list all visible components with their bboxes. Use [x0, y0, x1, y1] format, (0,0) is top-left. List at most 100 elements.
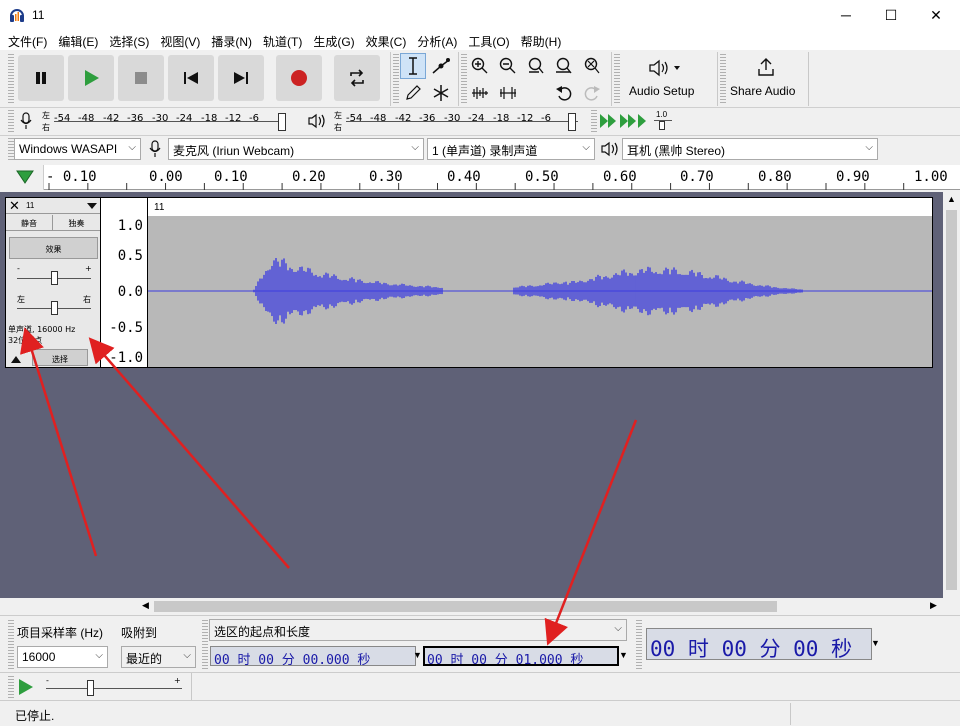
- gain-minus-label: -: [17, 264, 20, 273]
- pan-slider[interactable]: [51, 301, 58, 315]
- project-rate-select[interactable]: 16000 ⌵: [17, 646, 108, 668]
- meter-scale-label: -36: [127, 113, 144, 124]
- stop-icon: [135, 72, 147, 84]
- playback-meter-slider[interactable]: [568, 113, 576, 131]
- vertical-scrollbar[interactable]: ▲: [943, 192, 960, 598]
- menu-view[interactable]: 视图(V): [160, 30, 200, 50]
- menu-effect[interactable]: 效果(C): [366, 30, 407, 50]
- menu-analyze[interactable]: 分析(A): [417, 30, 457, 50]
- menu-file[interactable]: 文件(F): [8, 30, 47, 50]
- audio-position-dropdown-icon[interactable]: ▼: [871, 638, 880, 648]
- fit-project-button[interactable]: [551, 53, 577, 79]
- play-at-speed-icon[interactable]: [598, 112, 648, 130]
- length-time-dropdown-icon[interactable]: ▼: [619, 650, 628, 660]
- playback-speed-slider[interactable]: - +: [44, 676, 186, 698]
- trim-audio-button[interactable]: [467, 80, 493, 106]
- amplitude-scale[interactable]: 1.0 0.5 0.0 -0.5 -1.0: [101, 197, 147, 368]
- scroll-left-icon[interactable]: ◀: [142, 600, 149, 611]
- envelope-tool-button[interactable]: [428, 53, 454, 79]
- audio-setup-button[interactable]: Audio Setup: [620, 53, 712, 103]
- silence-audio-button[interactable]: [495, 80, 521, 106]
- solo-button[interactable]: 独奏: [53, 215, 100, 231]
- selection-start-time[interactable]: 00 时 00 分 00.000 秒: [210, 646, 416, 666]
- menu-edit[interactable]: 编辑(E): [58, 30, 98, 50]
- zoom-in-button[interactable]: [467, 53, 493, 79]
- audio-position-time[interactable]: 00 时 00 分 00 秒: [646, 628, 872, 660]
- record-button[interactable]: [276, 55, 322, 101]
- recording-device-select[interactable]: 麦克风 (Iriun Webcam) ⌵: [168, 138, 424, 160]
- menu-transport[interactable]: 播录(N): [211, 30, 252, 50]
- minimize-button[interactable]: ─: [823, 0, 869, 30]
- stop-button[interactable]: [118, 55, 164, 101]
- selection-mode-select[interactable]: 选区的起点和长度 ⌵: [209, 619, 627, 641]
- skip-to-end-button[interactable]: [218, 55, 264, 101]
- toolbar-grip[interactable]: [8, 54, 14, 104]
- play-button[interactable]: [68, 55, 114, 101]
- horizontal-scroll-thumb[interactable]: [154, 601, 777, 612]
- redo-button[interactable]: [579, 80, 605, 106]
- toolbar-grip[interactable]: [8, 676, 14, 698]
- close-track-icon[interactable]: ✕: [9, 198, 20, 214]
- toolbar-grip[interactable]: [393, 54, 399, 104]
- multi-tool-button[interactable]: [428, 80, 454, 106]
- menu-tools[interactable]: 工具(O): [468, 30, 509, 50]
- zoom-out-button[interactable]: [495, 53, 521, 79]
- playback-speed-slider[interactable]: 1.0: [652, 110, 674, 132]
- record-meter[interactable]: 左 右 -54 -48 -42 -36 -30 -24 -18 -12 -6: [40, 110, 298, 134]
- recording-channels-select[interactable]: 1 (单声道) 录制声道 ⌵: [427, 138, 595, 160]
- play-at-speed-icon[interactable]: [17, 678, 35, 696]
- audacity-logo-icon: [10, 9, 24, 22]
- close-window-button[interactable]: ✕: [913, 0, 959, 30]
- snap-to-select[interactable]: 最近的 ⌵: [121, 646, 196, 668]
- microphone-icon[interactable]: [19, 112, 33, 130]
- vertical-scroll-thumb[interactable]: [946, 210, 957, 590]
- toolbar-grip[interactable]: [202, 620, 208, 670]
- track-menu-dropdown-icon[interactable]: [86, 202, 98, 210]
- loop-button[interactable]: [334, 55, 380, 101]
- selection-tool-button[interactable]: [400, 53, 426, 79]
- skip-to-start-button[interactable]: [168, 55, 214, 101]
- clip-name: 11: [154, 202, 165, 213]
- waveform[interactable]: [148, 216, 932, 367]
- select-track-button[interactable]: 选择: [32, 349, 88, 366]
- toolbar-grip[interactable]: [8, 620, 14, 670]
- audio-host-select[interactable]: Windows WASAPI ⌵: [14, 138, 141, 160]
- clip-title-bar[interactable]: 11: [148, 198, 932, 216]
- effects-button[interactable]: 效果: [9, 237, 98, 259]
- playback-meter[interactable]: 左 右 -54 -48 -42 -36 -30 -24 -18 -12 -6: [332, 110, 590, 134]
- zoom-toggle-button[interactable]: [579, 53, 605, 79]
- selection-start-value: 00 时 00 分 00.000 秒: [214, 653, 371, 666]
- silence-icon: [500, 87, 516, 99]
- gain-slider[interactable]: [51, 271, 58, 285]
- share-audio-button[interactable]: Share Audio: [726, 53, 806, 103]
- snap-to-value: 最近的: [126, 652, 163, 666]
- toolbar-grip[interactable]: [8, 110, 14, 134]
- menu-select[interactable]: 选择(S): [109, 30, 149, 50]
- horizontal-scrollbar[interactable]: ◀ ▶: [140, 598, 943, 615]
- undo-button[interactable]: [551, 80, 577, 106]
- draw-tool-button[interactable]: [400, 80, 426, 106]
- mute-button[interactable]: 静音: [6, 215, 53, 231]
- menu-tracks[interactable]: 轨道(T): [263, 30, 302, 50]
- playback-device-select[interactable]: 耳机 (黑帅 Stereo) ⌵: [622, 138, 878, 160]
- maximize-button[interactable]: ☐: [868, 0, 914, 30]
- selection-length-time[interactable]: 00 时 00 分 01.000 秒: [423, 646, 619, 666]
- collapse-track-icon[interactable]: [10, 354, 22, 364]
- clip[interactable]: 11: [147, 197, 933, 368]
- track-name[interactable]: 11: [26, 201, 34, 210]
- speed-slider-thumb[interactable]: [87, 680, 94, 696]
- scroll-up-icon[interactable]: ▲: [947, 194, 956, 204]
- menu-help[interactable]: 帮助(H): [521, 30, 562, 50]
- pan-left-label: 左: [17, 295, 25, 304]
- speaker-icon[interactable]: [307, 113, 327, 129]
- start-time-dropdown-icon[interactable]: ▼: [413, 650, 422, 660]
- scroll-right-icon[interactable]: ▶: [930, 600, 937, 611]
- asterisk-icon: [433, 85, 449, 101]
- menu-generate[interactable]: 生成(G): [313, 30, 354, 50]
- toolbar-grip[interactable]: [636, 620, 642, 670]
- toolbar-grip[interactable]: [591, 110, 597, 134]
- record-meter-slider[interactable]: [278, 113, 286, 131]
- pause-button[interactable]: [18, 55, 64, 101]
- timeline-ruler[interactable]: - 0.10 0.00 0.10 0.20 0.30 0.40 0.50 0.6…: [0, 165, 960, 190]
- fit-selection-button[interactable]: [523, 53, 549, 79]
